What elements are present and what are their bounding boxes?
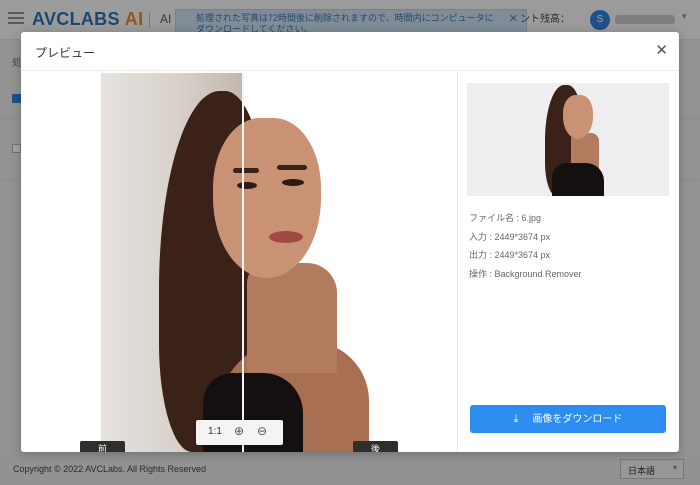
comparison-image[interactable] — [101, 73, 369, 452]
operation: 操作 : Background Remover — [469, 268, 582, 279]
portrait-face — [213, 118, 321, 278]
download-image-button[interactable]: ⤓ 画像をダウンロード — [470, 405, 666, 433]
file-name: ファイル名 : 6.jpg — [469, 213, 542, 223]
before-label: 前 — [80, 441, 125, 452]
comparison-preview: 前 後 1:1 ⊕ ⊖ — [21, 72, 457, 452]
file-info: ファイル名 : 6.jpg 入力 : 2449*3674 px 出力 : 244… — [469, 211, 582, 285]
preview-dialog: プレビュー ✕ 前 後 1:1 ⊕ ⊖ ファイル名: 6.jpg 入力: 2… — [21, 32, 679, 452]
download-label: 画像をダウンロード — [532, 414, 623, 425]
zoom-reset-button[interactable]: 1:1 — [208, 426, 222, 437]
dialog-header: プレビュー ✕ — [21, 32, 679, 71]
download-icon: ⤓ — [513, 413, 519, 425]
thumbnail-top — [552, 163, 604, 196]
portrait-eye — [237, 182, 257, 189]
comparison-slider-handle[interactable] — [242, 73, 244, 452]
portrait-brow — [233, 168, 259, 173]
zoom-out-icon[interactable]: ⊖ — [257, 424, 267, 438]
dialog-title: プレビュー — [35, 46, 96, 60]
panel-divider — [457, 72, 458, 452]
portrait-neck — [247, 263, 337, 373]
output-size: 出力 : 2449*3674 px — [469, 250, 551, 260]
portrait-brow — [277, 165, 307, 170]
portrait-lips — [269, 231, 303, 243]
zoom-toolbar: 1:1 ⊕ ⊖ — [196, 420, 283, 445]
thumbnail-face — [563, 95, 593, 139]
zoom-in-icon[interactable]: ⊕ — [234, 424, 244, 438]
input-size: 入力 : 2449*3674 px — [469, 231, 551, 242]
after-label: 後 — [353, 441, 398, 452]
result-thumbnail — [467, 83, 669, 196]
close-icon[interactable]: ✕ — [655, 41, 668, 59]
portrait-eye — [282, 179, 304, 186]
